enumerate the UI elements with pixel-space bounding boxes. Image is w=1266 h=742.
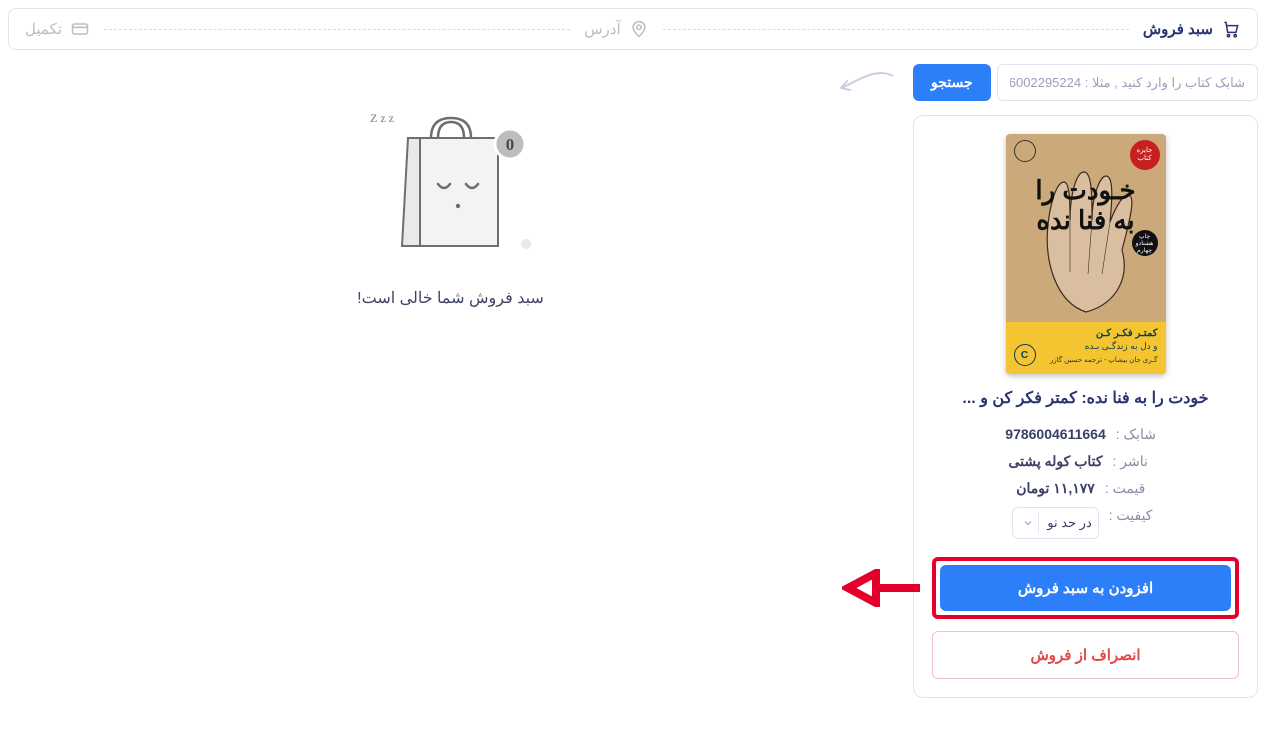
step-complete: تکمیل	[25, 19, 90, 39]
publisher-row: ناشر : کتاب کوله پشتی	[932, 453, 1239, 470]
basket-panel: Z z z 0 سبد فروش شما خالی است!	[8, 64, 893, 308]
card-icon	[70, 19, 90, 39]
book-cover: جایزه کتاب خـودت را به فنا نده چاپ هشتاد…	[1006, 134, 1166, 374]
callout-arrow-icon	[842, 569, 922, 607]
empty-bag-illustration: Z z z 0	[366, 104, 536, 264]
step-separator	[663, 29, 1129, 30]
price-value: ۱۱,۱۷۷ تومان	[1016, 480, 1095, 497]
step-separator	[104, 29, 570, 30]
cart-icon	[1221, 19, 1241, 39]
step-basket: سبد فروش	[1143, 19, 1241, 39]
quality-value: در حد نو	[1047, 515, 1091, 531]
isbn-search-row: جستجو	[913, 64, 1258, 101]
add-button-highlight: افزودن به سبد فروش	[932, 557, 1239, 619]
publisher-value: کتاب کوله پشتی	[1008, 453, 1102, 470]
search-button[interactable]: جستجو	[913, 64, 991, 101]
svg-text:0: 0	[505, 135, 514, 154]
cover-title: خـودت را به فنا نده	[1006, 176, 1166, 236]
isbn-row: شابک : 9786004611664	[932, 426, 1239, 443]
book-title: خودت را به فنا نده: کمتر فکر کن و ...	[932, 388, 1239, 408]
cover-footer: کمتـر فکـر کـن و دل به زندگـی بـده گـری …	[1006, 322, 1166, 374]
publisher-logo-icon	[1014, 140, 1036, 162]
cancel-sale-button[interactable]: انصراف از فروش	[932, 631, 1239, 679]
chevron-down-icon	[1017, 512, 1039, 534]
book-card: جایزه کتاب خـودت را به فنا نده چاپ هشتاد…	[913, 115, 1258, 698]
isbn-input[interactable]	[997, 64, 1258, 101]
seal-icon: C	[1014, 344, 1036, 366]
isbn-value: 9786004611664	[1005, 426, 1105, 443]
add-to-basket-button[interactable]: افزودن به سبد فروش	[940, 565, 1231, 611]
main-area: Z z z 0 سبد فروش شما خالی است!	[8, 64, 1258, 698]
step-complete-label: تکمیل	[25, 20, 62, 38]
zzz-text: Z z z	[370, 111, 394, 125]
checkout-steps: سبد فروش آدرس تکمیل	[8, 8, 1258, 50]
location-icon	[629, 19, 649, 39]
step-address: آدرس	[584, 19, 648, 39]
cover-stamp: چاپ هشتادو چهارم	[1132, 230, 1158, 256]
step-address-label: آدرس	[584, 20, 620, 38]
product-panel: جستجو جایزه کتاب خـودت را به فنا نده چاپ…	[913, 64, 1258, 698]
price-row: قیمت : ۱۱,۱۷۷ تومان	[932, 480, 1239, 497]
quality-row: کیفیت : در حد نو	[932, 507, 1239, 539]
empty-basket-text: سبد فروش شما خالی است!	[357, 288, 544, 308]
step-basket-label: سبد فروش	[1143, 20, 1213, 38]
hint-arrow-icon	[835, 70, 895, 100]
quality-select[interactable]: در حد نو	[1012, 507, 1098, 539]
